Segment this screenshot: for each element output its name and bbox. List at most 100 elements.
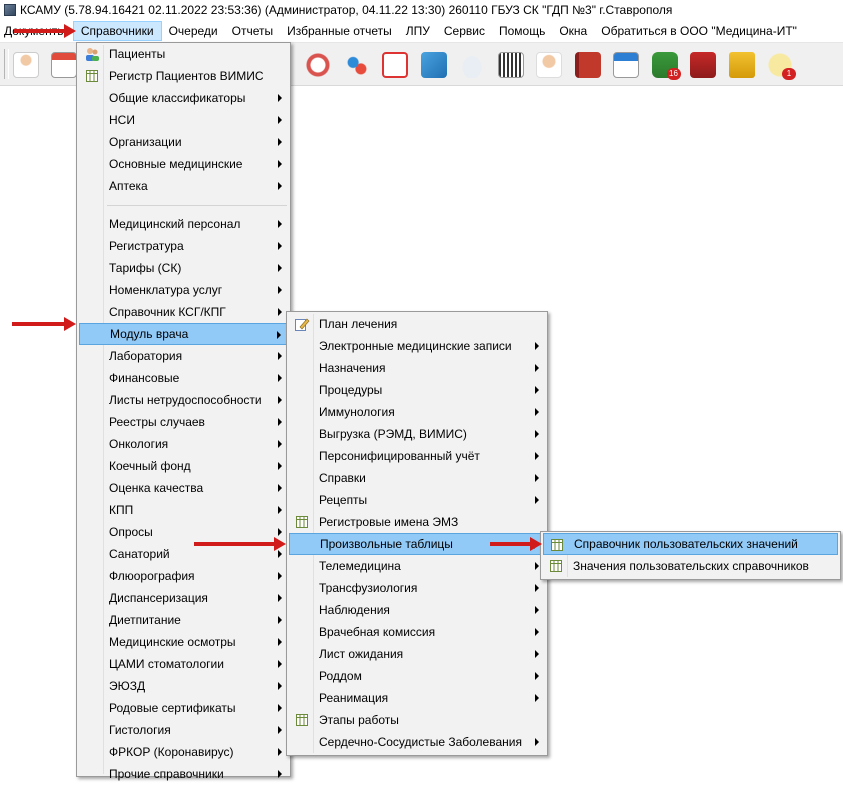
menu-item-menu1-2[interactable]: Общие классификаторы <box>79 87 288 109</box>
doctor-button[interactable] <box>10 49 42 81</box>
menu-item-label: Гистология <box>109 723 171 737</box>
menu-item-menu1-4[interactable]: Организации <box>79 131 288 153</box>
menu-item-menu1-6[interactable]: Аптека <box>79 175 288 197</box>
menu-item-menu1-13[interactable]: Модуль врача <box>79 323 288 345</box>
book-button[interactable] <box>572 49 604 81</box>
menu-help[interactable]: Помощь <box>492 21 552 41</box>
menu-item-menu2-11[interactable]: Телемедицина <box>289 555 545 577</box>
menu-item-menu2-17[interactable]: Реанимация <box>289 687 545 709</box>
menu-queues[interactable]: Очереди <box>162 21 225 41</box>
first-aid-button[interactable] <box>379 49 411 81</box>
menu-windows[interactable]: Окна <box>552 21 594 41</box>
annotation-arrow-doctor-module <box>12 317 76 331</box>
menu-favorite-reports[interactable]: Избранные отчеты <box>280 21 399 41</box>
usb-count-badge: 16 <box>666 68 681 80</box>
menu-item-menu1-25[interactable]: Диспансеризация <box>79 587 288 609</box>
submenu-arrow-icon <box>278 160 282 168</box>
menu-item-label: Телемедицина <box>319 559 401 573</box>
menu-item-menu1-31[interactable]: Гистология <box>79 719 288 741</box>
menu-item-menu1-28[interactable]: ЦАМИ стоматологии <box>79 653 288 675</box>
menu-item-label: Справки <box>319 471 366 485</box>
menu-item-menu2-1[interactable]: Электронные медицинские записи <box>289 335 545 357</box>
menu-item-menu1-12[interactable]: Справочник КСГ/КПГ <box>79 301 288 323</box>
submenu-arrow-icon <box>535 672 539 680</box>
menu-service[interactable]: Сервис <box>437 21 492 41</box>
menu-item-menu2-13[interactable]: Наблюдения <box>289 599 545 621</box>
menu-item-label: Значения пользовательских справочников <box>573 559 809 573</box>
submenu-arrow-icon <box>278 726 282 734</box>
basket-button[interactable] <box>418 49 450 81</box>
menu-item-menu1-1[interactable]: Регистр Пациентов ВИМИС <box>79 65 288 87</box>
menu-item-menu1-33[interactable]: Прочие справочники <box>79 763 288 785</box>
cloud-button[interactable] <box>456 49 488 81</box>
menu-item-menu1-3[interactable]: НСИ <box>79 109 288 131</box>
barcode-button[interactable] <box>495 49 527 81</box>
submenu-arrow-icon <box>278 264 282 272</box>
menu-item-menu2-5[interactable]: Выгрузка (РЭМД, ВИМИС) <box>289 423 545 445</box>
menu-item-menu2-2[interactable]: Назначения <box>289 357 545 379</box>
submenu-arrow-icon <box>278 440 282 448</box>
menu-item-menu1-29[interactable]: ЭЮЗД <box>79 675 288 697</box>
menu-item-menu2-18[interactable]: Этапы работы <box>289 709 545 731</box>
menu-item-menu1-16[interactable]: Листы нетрудоспособности <box>79 389 288 411</box>
toolbar-grip[interactable] <box>4 49 9 79</box>
menu-item-label: НСИ <box>109 113 135 127</box>
menu-item-menu1-0[interactable]: Пациенты <box>79 43 288 65</box>
pills-button[interactable] <box>341 49 373 81</box>
menu-item-menu2-9[interactable]: Регистровые имена ЭМЗ <box>289 511 545 533</box>
menu-item-label: Родовые сертификаты <box>109 701 236 715</box>
menu-item-menu2-12[interactable]: Трансфузиология <box>289 577 545 599</box>
usb-badge-button[interactable]: 16 <box>649 49 681 81</box>
nurse-button[interactable] <box>533 49 565 81</box>
chat-count-badge: 1 <box>782 68 796 80</box>
menu-item-menu2-0[interactable]: План лечения <box>289 313 545 335</box>
menu-item-menu2-14[interactable]: Врачебная комиссия <box>289 621 545 643</box>
menu-item-label: Лаборатория <box>109 349 183 363</box>
menu-item-menu1-22[interactable]: Опросы <box>79 521 288 543</box>
doctor-module-submenu: План лечения Электронные медицинские запи… <box>286 311 548 756</box>
menu-item-menu2-4[interactable]: Иммунология <box>289 401 545 423</box>
annotation-arrow-user-values <box>490 537 542 551</box>
menu-references[interactable]: Справочники <box>72 21 162 41</box>
a-letter-button[interactable] <box>687 49 719 81</box>
menu-item-menu2-16[interactable]: Роддом <box>289 665 545 687</box>
menu-item-menu1-26[interactable]: Диетпитание <box>79 609 288 631</box>
menu-item-menu1-11[interactable]: Номенклатура услуг <box>79 279 288 301</box>
menu-item-menu1-15[interactable]: Финансовые <box>79 367 288 389</box>
menu-item-menu1-20[interactable]: Оценка качества <box>79 477 288 499</box>
menu-item-menu1-8[interactable]: Медицинский персонал <box>79 213 288 235</box>
menu-item-menu2-8[interactable]: Рецепты <box>289 489 545 511</box>
chat-notification-button[interactable]: 1 <box>764 49 796 81</box>
menu-item-menu1-32[interactable]: ФРКОР (Коронавирус) <box>79 741 288 763</box>
menu-item-menu2-3[interactable]: Процедуры <box>289 379 545 401</box>
menu-reports[interactable]: Отчеты <box>225 21 280 41</box>
menu-item-menu1-10[interactable]: Тарифы (СК) <box>79 257 288 279</box>
submenu-arrow-icon <box>535 738 539 746</box>
menu-item-menu2-7[interactable]: Справки <box>289 467 545 489</box>
menu-item-menu2-15[interactable]: Лист ожидания <box>289 643 545 665</box>
menu-item-menu1-30[interactable]: Родовые сертификаты <box>79 697 288 719</box>
menu-contact[interactable]: Обратиться в ООО "Медицина-ИТ" <box>594 21 804 41</box>
menu-item-menu1-5[interactable]: Основные медицинские <box>79 153 288 175</box>
menu-item-menu2-19[interactable]: Сердечно-Сосудистые Заболевания <box>289 731 545 753</box>
menu-item-menu1-19[interactable]: Коечный фонд <box>79 455 288 477</box>
menu-item-label: Процедуры <box>319 383 383 397</box>
menu-lpu[interactable]: ЛПУ <box>399 21 437 41</box>
menu-item-label: Регистр Пациентов ВИМИС <box>109 69 264 83</box>
menu-item-menu1-24[interactable]: Флюорография <box>79 565 288 587</box>
padlock-button[interactable] <box>726 49 758 81</box>
menu-item-menu1-18[interactable]: Онкология <box>79 433 288 455</box>
menu-item-label: Флюорография <box>109 569 195 583</box>
menu-item-label: ФРКОР (Коронавирус) <box>109 745 234 759</box>
stopwatch-button[interactable] <box>302 49 334 81</box>
menu-item-menu1-9[interactable]: Регистратура <box>79 235 288 257</box>
menu-item-menu1-21[interactable]: КПП <box>79 499 288 521</box>
menu-item-menu3-1[interactable]: Значения пользовательских справочников <box>543 555 838 577</box>
menu-item-menu1-17[interactable]: Реестры случаев <box>79 411 288 433</box>
schedule-button[interactable] <box>610 49 642 81</box>
menu-item-menu1-27[interactable]: Медицинские осмотры <box>79 631 288 653</box>
menu-item-menu3-0[interactable]: Справочник пользовательских значений <box>543 533 838 555</box>
menu-item-menu1-14[interactable]: Лаборатория <box>79 345 288 367</box>
submenu-arrow-icon <box>278 94 282 102</box>
menu-item-menu2-6[interactable]: Персонифицированный учёт <box>289 445 545 467</box>
